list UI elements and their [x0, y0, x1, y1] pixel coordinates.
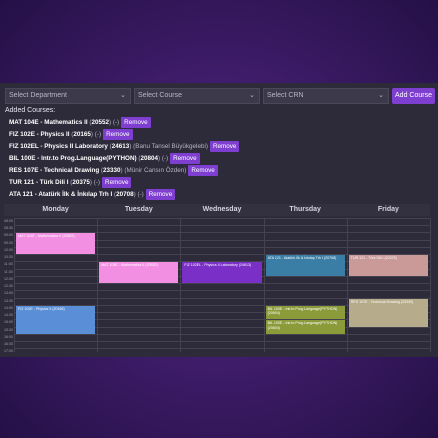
course-list: MAT 104E - Mathematics II (20552) (-) Rem…: [9, 116, 240, 200]
course-crn: 20804: [140, 154, 158, 162]
course-instructor: (Banu Tansel Büyükgelebi): [133, 142, 208, 150]
time-label: 13:30: [4, 298, 13, 303]
day-header-thursday: Thursday: [289, 206, 321, 213]
course-code: ATA 121 - Atatürk İlk & İnkılap Trh I: [9, 190, 113, 198]
grid-line: [14, 290, 430, 292]
column-line: [97, 218, 99, 352]
time-label: 12:00: [4, 276, 13, 281]
time-label: 15:30: [4, 327, 13, 332]
column-line: [263, 218, 265, 352]
calendar-event[interactable]: MAT 104E - Mathematics II (20552): [99, 262, 179, 284]
column-line: [180, 218, 182, 352]
time-label: 14:30: [4, 313, 13, 318]
remove-button[interactable]: Remove: [103, 128, 133, 140]
calendar-event[interactable]: MAT 104E - Mathematics II (20552): [16, 233, 96, 255]
grid-line: [14, 341, 430, 343]
time-label: 09:30: [4, 240, 13, 245]
course-instructor: (-): [137, 190, 144, 198]
grid-line: [14, 225, 430, 227]
calendar-event[interactable]: FIZ 102E - Physics II (20165): [16, 305, 96, 334]
time-label: 11:30: [4, 269, 13, 274]
time-label: 14:00: [4, 305, 13, 310]
list-item: BIL 100E - Intr.to Prog.Language(PYTHON)…: [9, 152, 239, 164]
time-label: 13:00: [4, 291, 13, 296]
chevron-down-icon: ⌄: [378, 92, 384, 99]
course-select[interactable]: Select Course ⌄: [134, 88, 260, 104]
grid-line: [14, 218, 430, 219]
list-item: RES 107E - Technical Drawing (23330) (Mü…: [9, 164, 239, 176]
day-header-friday: Friday: [377, 206, 399, 213]
day-header-tuesday: Tuesday: [124, 206, 153, 213]
course-instructor: (-): [161, 154, 169, 162]
day-header-monday: Monday: [42, 206, 69, 213]
course-crn: 20552: [91, 118, 109, 126]
course-instructor: (-): [112, 118, 120, 126]
course-crn: 20708: [116, 190, 134, 198]
list-item: TUR 121 - Türk Dili I (20375) (-) Remove: [9, 176, 239, 188]
time-label: 09:00: [4, 233, 13, 238]
added-courses-title: Added Courses:: [5, 107, 56, 114]
time-label: 17:00: [4, 349, 13, 354]
course-instructor: (-): [94, 130, 102, 138]
calendar-grid: 08:00 08:30 09:00 09:30 10:00 10:30 11:00 11:30…: [4, 218, 431, 354]
chevron-down-icon: ⌄: [249, 92, 255, 99]
list-item: FIZ 102E - Physics II (20165) (-) Remove: [9, 128, 239, 140]
course-placeholder: Select Course: [138, 92, 182, 99]
course-code: MAT 104E - Mathematics II: [9, 118, 88, 126]
time-label: 16:00: [4, 334, 13, 339]
course-code: FIZ 102E - Physics II: [9, 130, 70, 138]
list-item: ATA 121 - Atatürk İlk & İnkılap Trh I (2…: [9, 188, 239, 200]
remove-button[interactable]: Remove: [170, 152, 200, 164]
time-label: 08:00: [4, 219, 13, 223]
weekly-calendar: Monday Tuesday Wednesday Thursday Friday 08:…: [4, 204, 431, 354]
calendar-event[interactable]: TUR 121 - Türk Dili I (20375): [348, 255, 428, 276]
scheduler-panel: Select Department ⌄ Select Course ⌄ Sele…: [0, 83, 438, 357]
course-crn: 20375: [72, 178, 90, 186]
remove-button[interactable]: Remove: [145, 188, 176, 200]
calendar-header: Monday Tuesday Wednesday Thursday Friday: [4, 204, 430, 216]
time-label: 10:30: [4, 255, 13, 260]
crn-select[interactable]: Select CRN ⌄: [263, 88, 389, 104]
add-course-button[interactable]: Add Course: [392, 88, 435, 104]
course-code: TUR 121 - Türk Dili I: [9, 178, 69, 186]
time-label: 10:00: [4, 247, 13, 252]
calendar-event[interactable]: BIL 100E - Intr.to Prog.Language(PYTHON)…: [265, 320, 345, 334]
grid-line: [14, 333, 430, 335]
department-select[interactable]: Select Department ⌄: [5, 88, 131, 104]
remove-button[interactable]: Remove: [102, 176, 132, 188]
time-label: 15:00: [4, 320, 13, 325]
course-crn: 23330: [103, 166, 121, 174]
grid-line: [14, 283, 430, 285]
time-label: 08:30: [4, 226, 13, 231]
time-label: 12:30: [4, 284, 13, 289]
time-label: 16:30: [4, 342, 13, 347]
column-line: [346, 218, 348, 352]
remove-button[interactable]: Remove: [188, 164, 218, 176]
calendar-event[interactable]: BIL 100E - Intr.to Prog.Language(PYTHON)…: [265, 305, 345, 320]
course-instructor: (Münir Cansın Özden): [124, 166, 187, 174]
department-placeholder: Select Department: [9, 92, 67, 99]
day-header-wednesday: Wednesday: [202, 206, 242, 213]
list-item: MAT 104E - Mathematics II (20552) (-) Rem…: [9, 116, 239, 128]
filter-bar: Select Department ⌄ Select Course ⌄ Sele…: [5, 88, 435, 104]
calendar-event[interactable]: ATA 121 - Atatürk İlk & İnkılap Trh I (2…: [265, 255, 345, 276]
remove-button[interactable]: Remove: [209, 140, 240, 152]
course-crn: 20165: [73, 130, 91, 138]
course-code: RES 107E - Technical Drawing: [9, 166, 100, 174]
crn-placeholder: Select CRN: [267, 92, 304, 99]
remove-button[interactable]: Remove: [121, 116, 151, 128]
course-code: BIL 100E - Intr.to Prog.Language(PYTHON): [9, 154, 137, 162]
list-item: FIZ 102EL - Physics II Laboratory (24613…: [9, 140, 240, 152]
column-line: [430, 218, 431, 352]
calendar-event[interactable]: RES 107E - Technical Drawing (23330): [348, 298, 428, 327]
column-line: [14, 218, 15, 352]
chevron-down-icon: ⌄: [120, 92, 126, 99]
course-instructor: (-): [93, 178, 101, 186]
course-crn: 24613: [111, 142, 130, 150]
time-label: 11:00: [4, 262, 13, 267]
calendar-event[interactable]: FIZ 102EL - Physics II Laboratory (24613…: [182, 262, 262, 284]
grid-line: [14, 348, 430, 350]
course-code: FIZ 102EL - Physics II Laboratory: [9, 142, 108, 150]
